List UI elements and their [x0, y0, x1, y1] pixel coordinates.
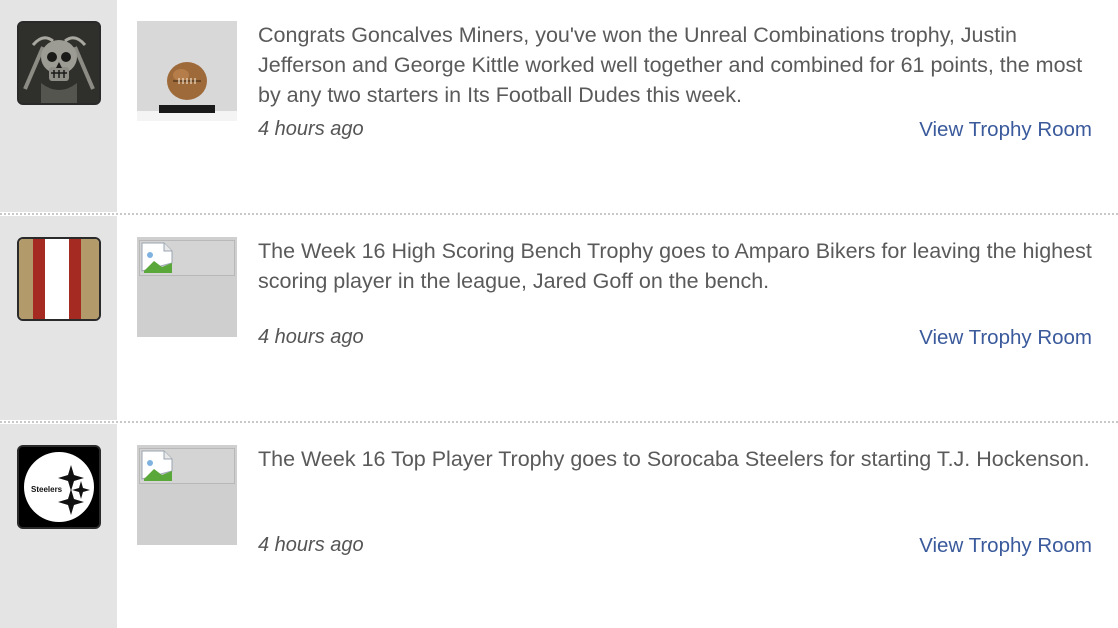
feed-item: Steelers The Week 16 Top Player Trophy g… — [0, 424, 1118, 628]
striped-team-logo-icon[interactable] — [17, 237, 101, 321]
football-trophy-icon[interactable] — [137, 21, 237, 121]
feed-item: The Week 16 High Scoring Bench Trophy go… — [0, 216, 1118, 420]
steelers-logo-text: Steelers — [31, 485, 63, 494]
trophy-message: The Week 16 Top Player Trophy goes to So… — [258, 447, 1090, 471]
timestamp: 4 hours ago — [258, 118, 364, 140]
timestamp: 4 hours ago — [258, 534, 364, 556]
steelers-logo-icon[interactable]: Steelers — [17, 445, 101, 529]
view-trophy-room-link[interactable]: View Trophy Room — [919, 118, 1092, 142]
skull-team-logo-icon[interactable] — [17, 21, 101, 105]
trophy-feed: Congrats Goncalves Miners, you've won th… — [0, 0, 1118, 628]
broken-image-icon[interactable] — [137, 445, 237, 545]
broken-image-icon[interactable] — [137, 237, 237, 337]
trophy-message: The Week 16 High Scoring Bench Trophy go… — [258, 239, 1092, 293]
broken-image-frame — [139, 240, 235, 276]
view-trophy-room-link[interactable]: View Trophy Room — [919, 534, 1092, 558]
view-trophy-room-link[interactable]: View Trophy Room — [919, 326, 1092, 350]
trophy-message: Congrats Goncalves Miners, you've won th… — [258, 23, 1083, 107]
broken-image-frame — [139, 448, 235, 484]
feed-item: Congrats Goncalves Miners, you've won th… — [0, 0, 1118, 212]
timestamp: 4 hours ago — [258, 326, 364, 348]
divider — [0, 421, 1118, 423]
divider — [0, 213, 1118, 215]
